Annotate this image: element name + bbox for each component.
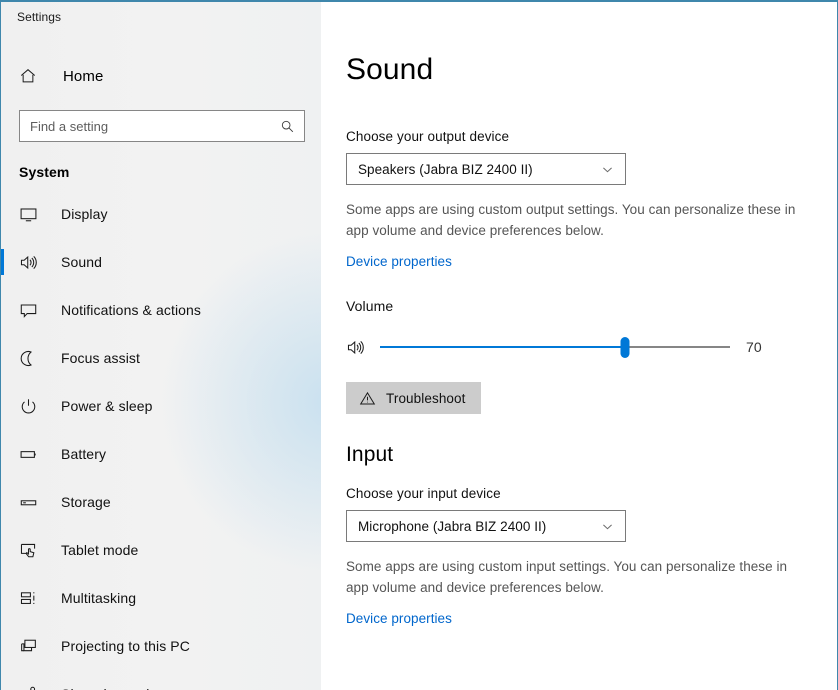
title-bar: Settings: [1, 2, 321, 38]
sidebar-item-label: Battery: [61, 446, 107, 462]
moon-icon: [19, 349, 45, 368]
input-device-value: Microphone (Jabra BIZ 2400 II): [358, 518, 547, 534]
multitask-icon: [19, 589, 45, 608]
project-icon: [19, 637, 45, 656]
sidebar-item-label: Tablet mode: [61, 542, 139, 558]
sidebar-item-label: Notifications & actions: [61, 302, 202, 318]
battery-icon: [19, 445, 45, 464]
volume-slider[interactable]: [380, 334, 730, 360]
sidebar-item-label: Shared experiences: [61, 686, 187, 690]
volume-value: 70: [746, 339, 762, 355]
sidebar-item-label: Sound: [61, 254, 102, 270]
sidebar-item-focus-assist[interactable]: Focus assist: [1, 334, 321, 382]
sidebar-nav-list: Display Sound Notifications & actions Fo…: [1, 190, 321, 690]
input-section-heading: Input: [346, 443, 394, 466]
sidebar-item-label: Power & sleep: [61, 398, 153, 414]
sidebar-item-storage[interactable]: Storage: [1, 478, 321, 526]
share-icon: [19, 685, 45, 690]
output-description: Some apps are using custom output settin…: [346, 202, 796, 238]
sidebar-item-shared-experiences[interactable]: Shared experiences: [1, 670, 321, 690]
sidebar-item-projecting[interactable]: Projecting to this PC: [1, 622, 321, 670]
output-device-value: Speakers (Jabra BIZ 2400 II): [358, 161, 533, 177]
output-device-select[interactable]: Speakers (Jabra BIZ 2400 II): [346, 153, 626, 185]
monitor-icon: [19, 205, 45, 224]
chat-icon: [19, 301, 45, 320]
sidebar-item-label: Focus assist: [61, 350, 140, 366]
input-description: Some apps are using custom input setting…: [346, 559, 788, 595]
chevron-down-icon: [599, 163, 615, 176]
window-title: Settings: [17, 10, 62, 24]
slider-thumb[interactable]: [620, 337, 630, 358]
volume-slider-row: 70: [346, 332, 786, 362]
sidebar-item-tablet-mode[interactable]: Tablet mode: [1, 526, 321, 574]
sidebar-item-label: Display: [61, 206, 108, 222]
sidebar-item-sound[interactable]: Sound: [1, 238, 321, 286]
troubleshoot-label: Troubleshoot: [386, 390, 466, 406]
sidebar-item-power-sleep[interactable]: Power & sleep: [1, 382, 321, 430]
home-icon: [19, 67, 49, 85]
power-icon: [19, 397, 45, 416]
sidebar-group-title: System: [19, 164, 70, 180]
troubleshoot-button[interactable]: Troubleshoot: [346, 382, 481, 414]
sidebar-item-notifications[interactable]: Notifications & actions: [1, 286, 321, 334]
sidebar-item-battery[interactable]: Battery: [1, 430, 321, 478]
speaker-icon: [346, 338, 372, 357]
warning-triangle-icon: [359, 390, 379, 407]
settings-window: Settings Home System: [0, 0, 838, 690]
slider-fill: [380, 346, 625, 348]
input-device-label: Choose your input device: [346, 486, 501, 501]
sidebar-item-display[interactable]: Display: [1, 190, 321, 238]
main-content: Sound Choose your output device Speakers…: [322, 2, 837, 690]
storage-icon: [19, 493, 45, 512]
chevron-down-icon: [599, 520, 615, 533]
search-icon: [278, 119, 296, 134]
sidebar: Settings Home System: [1, 2, 321, 690]
tablet-icon: [19, 541, 45, 560]
sidebar-item-label: Storage: [61, 494, 111, 510]
sidebar-home-label: Home: [63, 67, 104, 85]
sidebar-item-multitasking[interactable]: Multitasking: [1, 574, 321, 622]
output-device-label: Choose your output device: [346, 129, 510, 144]
page-title: Sound: [346, 53, 434, 86]
volume-label: Volume: [346, 298, 394, 314]
selection-accent-bar: [1, 249, 4, 275]
output-device-properties-link[interactable]: Device properties: [346, 254, 452, 269]
sidebar-item-label: Projecting to this PC: [61, 638, 190, 654]
search-box[interactable]: [19, 110, 305, 142]
sidebar-item-label: Multitasking: [61, 590, 137, 606]
speaker-icon: [19, 253, 45, 272]
input-device-select[interactable]: Microphone (Jabra BIZ 2400 II): [346, 510, 626, 542]
input-device-properties-link[interactable]: Device properties: [346, 611, 452, 626]
search-input[interactable]: [30, 118, 278, 134]
sidebar-item-home[interactable]: Home: [1, 56, 321, 96]
